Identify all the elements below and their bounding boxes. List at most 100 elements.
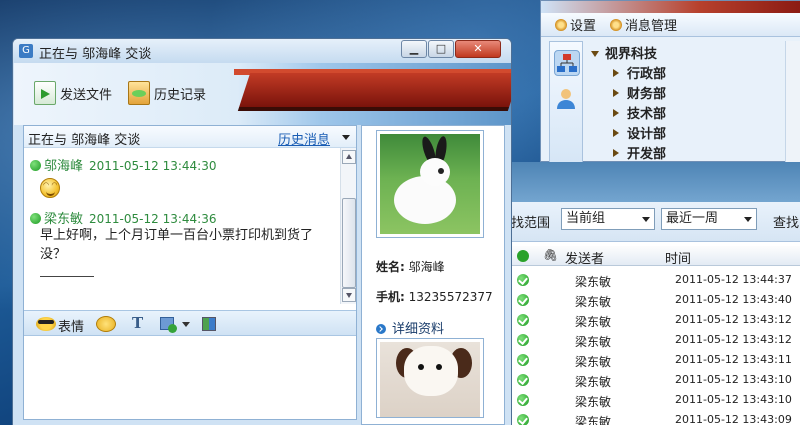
check-icon bbox=[517, 314, 529, 326]
gear-icon bbox=[610, 19, 623, 31]
scroll-thumb[interactable] bbox=[342, 198, 356, 288]
check-icon bbox=[517, 354, 529, 366]
check-icon bbox=[517, 334, 529, 346]
check-icon bbox=[517, 374, 529, 386]
collapse-arrow-icon bbox=[613, 109, 619, 117]
user-icon bbox=[557, 89, 575, 109]
sender-column-header[interactable]: 发送者 bbox=[565, 248, 604, 267]
close-button[interactable]: ✕ bbox=[455, 40, 501, 58]
collapse-arrow-icon bbox=[613, 69, 619, 77]
period-select[interactable]: 最近一周 bbox=[661, 208, 757, 230]
chevron-down-icon bbox=[642, 217, 650, 222]
chevron-down-icon[interactable] bbox=[342, 135, 350, 140]
scope-select[interactable]: 当前组 bbox=[561, 208, 655, 230]
wink-face-icon[interactable] bbox=[96, 316, 116, 332]
contacts-toolbar: 设置 消息管理 bbox=[541, 13, 800, 37]
org-chart-icon bbox=[557, 54, 577, 72]
check-icon bbox=[517, 294, 529, 306]
chevron-down-icon[interactable] bbox=[182, 322, 190, 327]
chevron-circle-icon bbox=[376, 324, 386, 334]
org-chart-tab[interactable] bbox=[554, 50, 580, 76]
message-scrollbar[interactable] bbox=[340, 148, 356, 304]
send-file-button[interactable]: 发送文件 bbox=[34, 77, 112, 109]
conversation-panel: 正在与 邬海峰 交谈 历史消息 邬海峰2011-05-12 13:44:30 梁… bbox=[23, 125, 357, 420]
table-row[interactable]: 梁东敏 2011-05-12 13:43:12 bbox=[511, 310, 800, 330]
table-row[interactable]: 梁东敏 2011-05-12 13:43:10 bbox=[511, 370, 800, 390]
collapse-arrow-icon bbox=[613, 129, 619, 137]
my-avatar bbox=[376, 338, 484, 418]
puppy-photo bbox=[380, 342, 480, 417]
message-list: 邬海峰2011-05-12 13:44:30 梁东敏2011-05-12 13:… bbox=[24, 148, 340, 304]
contact-avatar bbox=[376, 130, 484, 238]
history-button[interactable]: 历史记录 bbox=[128, 77, 206, 109]
history-icon bbox=[128, 81, 150, 105]
tree-root[interactable]: 视界科技 bbox=[591, 45, 666, 65]
rabbit-photo bbox=[380, 134, 480, 234]
tree-item-tech[interactable]: 技术部 bbox=[591, 105, 666, 125]
online-status-icon bbox=[30, 213, 41, 224]
online-status-icon bbox=[30, 160, 41, 171]
status-column-icon bbox=[517, 250, 529, 262]
history-table-header: 🖇 发送者 时间 bbox=[511, 246, 800, 267]
table-row[interactable]: 梁东敏 2011-05-12 13:43:40 bbox=[511, 290, 800, 310]
profile-phone: 手机: 13235572377 bbox=[376, 290, 493, 304]
tree-item-design[interactable]: 设计部 bbox=[591, 125, 666, 145]
chat-titlebar[interactable]: G 正在与 邬海峰 交谈 ▁ □ ✕ bbox=[13, 39, 511, 63]
message-history-window: 找范围 当前组 最近一周 查找 🖇 发送者 时间 梁东敏 2011-05-12 1… bbox=[510, 162, 800, 425]
settings-button[interactable]: 设置 bbox=[555, 15, 596, 34]
profile-name: 姓名: 邬海峰 bbox=[376, 260, 445, 274]
message-management-button[interactable]: 消息管理 bbox=[610, 15, 677, 34]
font-icon[interactable]: T bbox=[132, 314, 143, 332]
history-window-caption bbox=[511, 162, 800, 202]
input-toolbar: 表情 T bbox=[24, 310, 356, 336]
conversation-header: 正在与 邬海峰 交谈 历史消息 bbox=[24, 126, 356, 148]
history-messages-link[interactable]: 历史消息 bbox=[278, 129, 330, 148]
table-row[interactable]: 梁东敏 2011-05-12 13:43:12 bbox=[511, 330, 800, 350]
gear-icon bbox=[555, 19, 567, 31]
collapse-arrow-icon bbox=[613, 89, 619, 97]
search-label[interactable]: 查找 bbox=[773, 212, 799, 231]
app-icon: G bbox=[19, 44, 33, 58]
smiley-emoticon-icon bbox=[40, 178, 60, 198]
table-row[interactable]: 梁东敏 2011-05-12 13:44:37 bbox=[511, 270, 800, 290]
details-link[interactable]: 详细资料 bbox=[376, 318, 444, 337]
tree-item-admin[interactable]: 行政部 bbox=[591, 65, 666, 85]
message-divider bbox=[40, 276, 94, 277]
check-icon bbox=[517, 274, 529, 286]
banner-decoration bbox=[237, 73, 511, 111]
message-text: 早上好啊，上个月订单一百台小票打印机到货了没？ bbox=[40, 228, 314, 262]
table-row[interactable]: 梁东敏 2011-05-12 13:43:11 bbox=[511, 350, 800, 370]
tree-scrollbar[interactable] bbox=[785, 41, 800, 163]
scope-label: 找范围 bbox=[511, 216, 551, 231]
send-file-icon bbox=[34, 81, 56, 105]
chevron-down-icon bbox=[744, 217, 752, 222]
layout-grid-icon[interactable] bbox=[202, 317, 216, 331]
contacts-sidebar bbox=[549, 41, 583, 163]
message-header: 梁东敏 2011-05-12 13:44:36 bbox=[30, 208, 216, 227]
message-input[interactable] bbox=[24, 337, 356, 419]
scroll-up-button[interactable] bbox=[342, 150, 356, 164]
maximize-button[interactable]: □ bbox=[428, 40, 454, 58]
contacts-tab[interactable] bbox=[554, 86, 580, 112]
emoji-button-label[interactable]: 表情 bbox=[58, 316, 84, 335]
check-icon bbox=[517, 414, 529, 425]
table-row[interactable]: 梁东敏 2011-05-12 13:43:09 bbox=[511, 410, 800, 425]
check-icon bbox=[517, 394, 529, 406]
profile-panel: 姓名: 邬海峰 手机: 13235572377 详细资料 bbox=[361, 125, 505, 425]
contacts-window: 设置 消息管理 视界科技 行政部 财务部 技术部 设计部 开发部 bbox=[540, 0, 800, 165]
table-row[interactable]: 梁东敏 2011-05-12 13:43:10 bbox=[511, 390, 800, 410]
attachment-column-icon: 🖇 bbox=[543, 248, 559, 262]
window-title: 正在与 邬海峰 交谈 bbox=[39, 47, 152, 62]
chat-window: G 正在与 邬海峰 交谈 ▁ □ ✕ 发送文件 历史记录 正在与 邬海峰 交谈 … bbox=[12, 38, 512, 425]
emoji-icon[interactable] bbox=[36, 317, 56, 331]
minimize-button[interactable]: ▁ bbox=[401, 40, 427, 58]
tree-item-finance[interactable]: 财务部 bbox=[591, 85, 666, 105]
chat-toolbar: 发送文件 历史记录 bbox=[14, 63, 511, 125]
screenshot-icon[interactable] bbox=[160, 317, 177, 333]
message-header: 邬海峰 2011-05-12 13:44:30 bbox=[30, 155, 216, 174]
time-column-header[interactable]: 时间 bbox=[665, 248, 691, 267]
window-banner bbox=[541, 1, 800, 13]
org-tree: 视界科技 行政部 财务部 技术部 设计部 开发部 bbox=[591, 45, 666, 165]
scroll-down-button[interactable] bbox=[342, 288, 356, 302]
collapse-arrow-icon bbox=[613, 149, 619, 157]
